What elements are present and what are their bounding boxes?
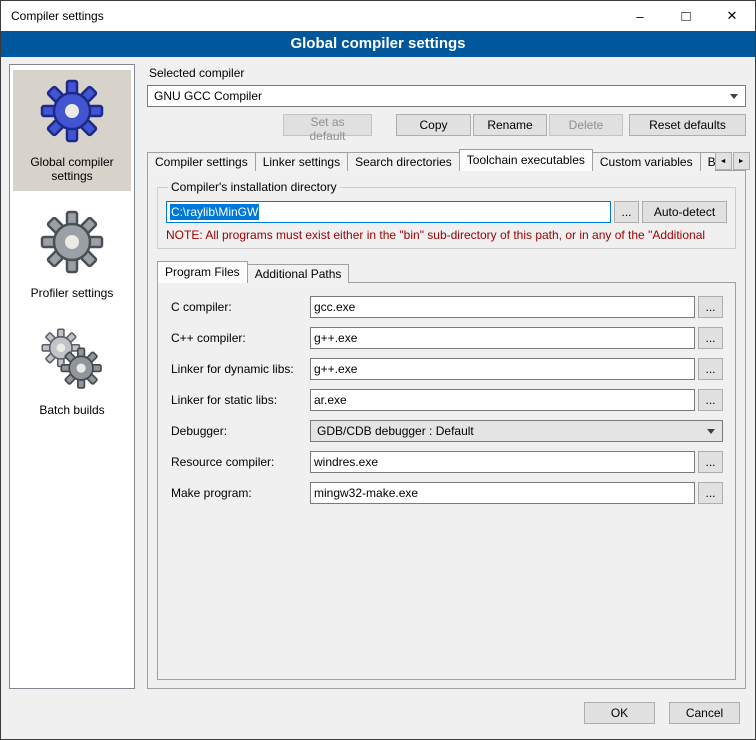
dynamic-linker-value: g++.exe: [314, 362, 357, 376]
make-program-value: mingw32-make.exe: [314, 486, 418, 500]
autodetect-button[interactable]: Auto-detect: [642, 201, 727, 223]
tab-scroll-right-button[interactable]: ►: [733, 152, 750, 170]
installation-directory-group: Compiler's installation directory C:\ray…: [157, 180, 736, 249]
copy-button[interactable]: Copy: [396, 114, 471, 136]
cpp-compiler-value: g++.exe: [314, 331, 357, 345]
main-panel: Selected compiler GNU GCC Compiler Set a…: [147, 64, 746, 689]
close-button[interactable]: ✕: [709, 1, 755, 31]
static-linker-value: ar.exe: [314, 393, 347, 407]
compiler-select[interactable]: GNU GCC Compiler: [147, 85, 746, 107]
reset-defaults-button[interactable]: Reset defaults: [629, 114, 746, 136]
c-compiler-value: gcc.exe: [314, 300, 355, 314]
close-icon: ✕: [727, 8, 738, 24]
install-dir-browse-button[interactable]: ...: [614, 201, 639, 223]
chevron-down-icon: [707, 429, 715, 434]
c-compiler-input[interactable]: gcc.exe: [310, 296, 695, 318]
toolchain-executables-panel: Compiler's installation directory C:\ray…: [147, 170, 746, 689]
cpp-compiler-label: C++ compiler:: [171, 331, 310, 345]
global-compiler-gear-icon: [15, 77, 129, 145]
arrow-left-icon: ◄: [720, 158, 727, 165]
dialog-body: Global compiler settings Profiler settin…: [1, 57, 755, 695]
installation-directory-row: C:\raylib\MinGW ... Auto-detect: [166, 201, 727, 223]
sidebar-item-global-compiler-settings[interactable]: Global compiler settings: [13, 70, 131, 191]
cancel-button[interactable]: Cancel: [669, 702, 740, 724]
tab-search-directories[interactable]: Search directories: [347, 152, 460, 171]
c-compiler-row: C compiler: gcc.exe ...: [171, 296, 723, 318]
make-program-input[interactable]: mingw32-make.exe: [310, 482, 695, 504]
cpp-compiler-input[interactable]: g++.exe: [310, 327, 695, 349]
install-dir-selected-text: C:\raylib\MinGW: [170, 204, 259, 220]
browse-button[interactable]: ...: [698, 296, 723, 318]
compiler-settings-window: Compiler settings – □ ✕ Global compiler …: [0, 0, 756, 740]
tab-scroll-left-button[interactable]: ◄: [715, 152, 732, 170]
dialog-footer: OK Cancel: [1, 695, 755, 739]
static-linker-label: Linker for static libs:: [171, 393, 310, 407]
tab-additional-paths[interactable]: Additional Paths: [247, 264, 350, 283]
tab-custom-variables[interactable]: Custom variables: [592, 152, 701, 171]
tab-compiler-settings[interactable]: Compiler settings: [147, 152, 256, 171]
browse-button[interactable]: ...: [698, 482, 723, 504]
browse-button[interactable]: ...: [698, 389, 723, 411]
batch-builds-gears-icon: [15, 325, 129, 393]
browse-button[interactable]: ...: [698, 451, 723, 473]
resource-compiler-row: Resource compiler: windres.exe ...: [171, 451, 723, 473]
rename-button[interactable]: Rename: [473, 114, 547, 136]
profiler-gear-icon: [15, 208, 129, 276]
install-dir-input[interactable]: C:\raylib\MinGW: [166, 201, 611, 223]
debugger-row: Debugger: GDB/CDB debugger : Default: [171, 420, 723, 442]
titlebar[interactable]: Compiler settings – □ ✕: [1, 1, 755, 31]
minimize-button[interactable]: –: [617, 1, 663, 31]
resource-compiler-input[interactable]: windres.exe: [310, 451, 695, 473]
banner-title: Global compiler settings: [1, 31, 755, 57]
sidebar-item-label: Batch builds: [15, 403, 129, 417]
debugger-select-value: GDB/CDB debugger : Default: [317, 424, 474, 438]
compiler-select-value: GNU GCC Compiler: [154, 89, 262, 103]
sidebar-item-label: Profiler settings: [15, 286, 129, 300]
resource-compiler-value: windres.exe: [314, 455, 378, 469]
static-linker-row: Linker for static libs: ar.exe ...: [171, 389, 723, 411]
sidebar-item-profiler-settings[interactable]: Profiler settings: [13, 201, 131, 308]
browse-button[interactable]: ...: [698, 358, 723, 380]
make-program-row: Make program: mingw32-make.exe ...: [171, 482, 723, 504]
settings-category-list: Global compiler settings Profiler settin…: [9, 64, 135, 689]
set-as-default-button[interactable]: Set as default: [283, 114, 372, 136]
tab-build-options-truncated[interactable]: Buil: [700, 152, 716, 171]
browse-button[interactable]: ...: [698, 327, 723, 349]
cpp-compiler-row: C++ compiler: g++.exe ...: [171, 327, 723, 349]
tab-toolchain-executables[interactable]: Toolchain executables: [459, 149, 593, 171]
compiler-actions: Set as default Copy Rename Delete Reset …: [147, 114, 746, 136]
program-tab-strip: Program Files Additional Paths: [157, 261, 736, 283]
window-title: Compiler settings: [1, 1, 617, 31]
arrow-right-icon: ►: [738, 158, 745, 165]
program-files-panel: C compiler: gcc.exe ... C++ compiler: g+…: [157, 282, 736, 680]
tab-scroll-arrows: ◄ ►: [715, 152, 750, 171]
chevron-down-icon: [730, 94, 738, 99]
sidebar-item-batch-builds[interactable]: Batch builds: [13, 318, 131, 425]
maximize-icon: □: [681, 8, 690, 25]
c-compiler-label: C compiler:: [171, 300, 310, 314]
dynamic-linker-row: Linker for dynamic libs: g++.exe ...: [171, 358, 723, 380]
make-program-label: Make program:: [171, 486, 310, 500]
maximize-button[interactable]: □: [663, 1, 709, 31]
dynamic-linker-label: Linker for dynamic libs:: [171, 362, 310, 376]
note-text: NOTE: All programs must exist either in …: [166, 228, 727, 242]
delete-button[interactable]: Delete: [549, 114, 623, 136]
installation-directory-group-title: Compiler's installation directory: [168, 180, 340, 194]
window-controls: – □ ✕: [617, 1, 755, 31]
settings-tab-strip: Compiler settings Linker settings Search…: [147, 149, 746, 171]
minimize-icon: –: [636, 9, 643, 24]
selected-compiler-label: Selected compiler: [149, 66, 746, 80]
debugger-select[interactable]: GDB/CDB debugger : Default: [310, 420, 723, 442]
ok-button[interactable]: OK: [584, 702, 655, 724]
sidebar-item-label: Global compiler settings: [15, 155, 129, 183]
tab-program-files[interactable]: Program Files: [157, 261, 248, 283]
dynamic-linker-input[interactable]: g++.exe: [310, 358, 695, 380]
tab-linker-settings[interactable]: Linker settings: [255, 152, 348, 171]
debugger-label: Debugger:: [171, 424, 310, 438]
static-linker-input[interactable]: ar.exe: [310, 389, 695, 411]
resource-compiler-label: Resource compiler:: [171, 455, 310, 469]
